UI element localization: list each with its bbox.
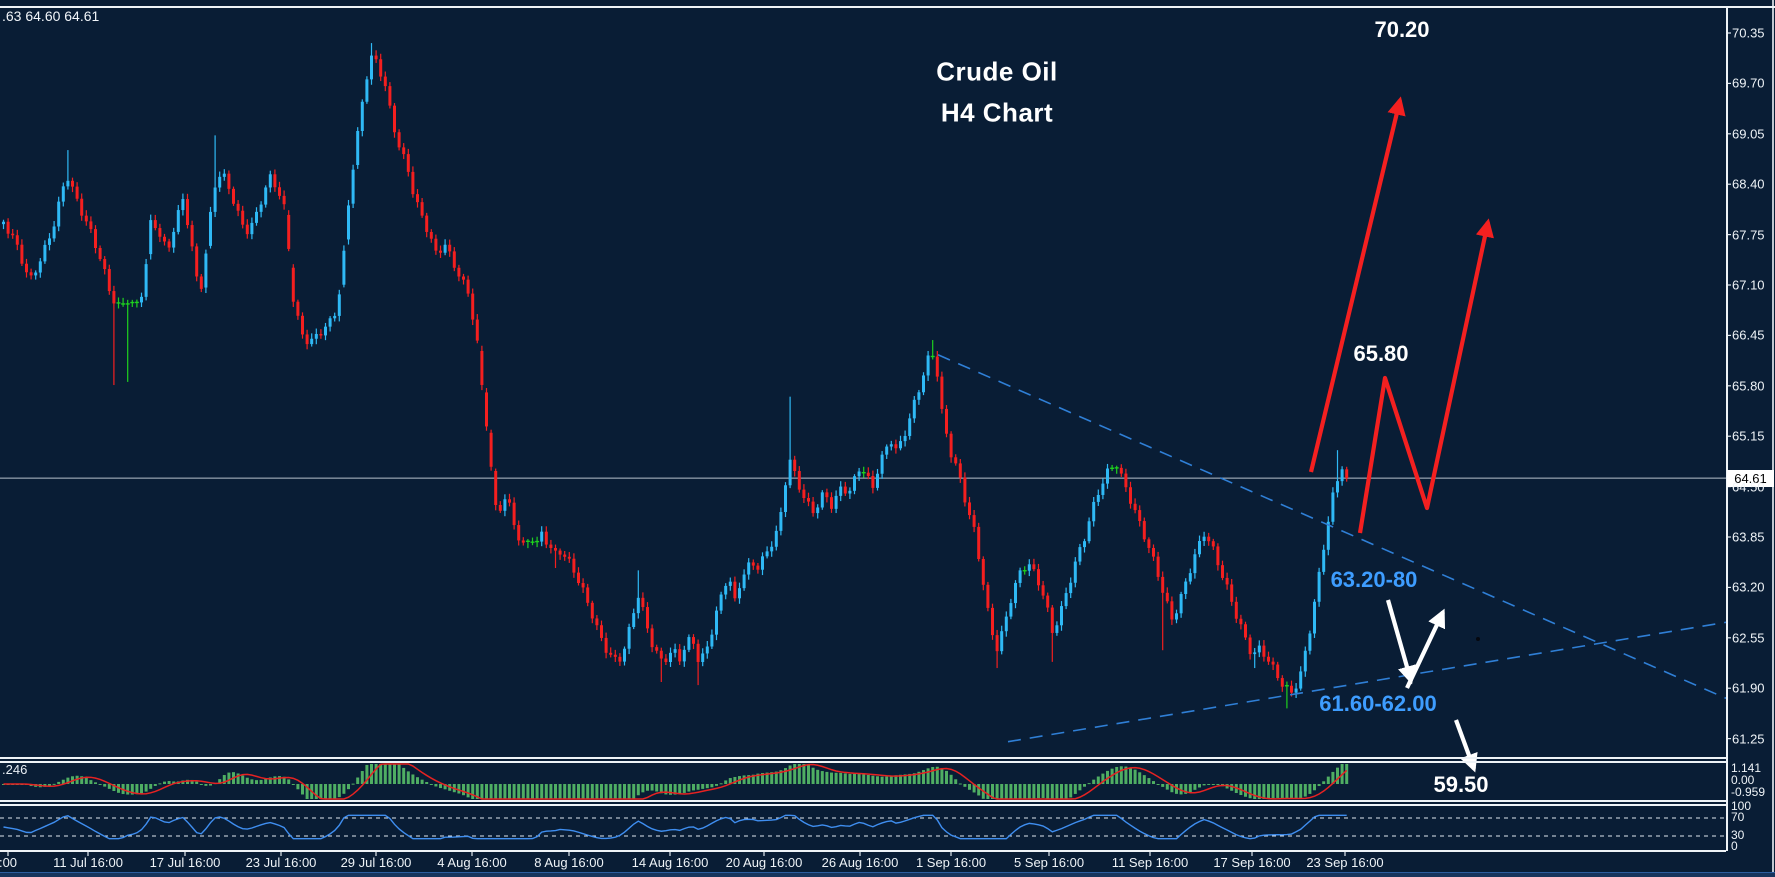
price-tick-label: 68.40 [1732, 177, 1765, 192]
annotation-65-80: 65.80 [1353, 341, 1408, 367]
price-tick-label: 61.90 [1732, 681, 1765, 696]
time-tick-label: 14 Aug 16:00 [632, 855, 709, 870]
price-axis-border [1726, 6, 1728, 851]
bottom-window-strip [0, 872, 1775, 877]
red-projection-arrow [1311, 100, 1400, 472]
price-tick-label: 62.55 [1732, 630, 1765, 645]
time-tick-label: 17 Jul 16:00 [150, 855, 221, 870]
projection-arrow-layer[interactable] [1311, 100, 1488, 769]
rsi-panel-top-border [0, 804, 1726, 806]
artifact-dot [1476, 637, 1480, 641]
chart-title-symbol: Crude Oil [936, 57, 1058, 88]
time-tick-label: 23 Sep 16:00 [1306, 855, 1383, 870]
time-tick-label: 26 Aug 16:00 [822, 855, 899, 870]
main-panel-bottom-border [0, 757, 1726, 759]
oscillator-panel-top-border [0, 761, 1726, 763]
axis-tick-layer [8, 33, 1731, 856]
price-tick-label: 65.80 [1732, 378, 1765, 393]
price-tick-label: 63.20 [1732, 580, 1765, 595]
mt4-chart-window: .63 64.60 64.61 Crude Oil H4 Chart 64.61… [0, 0, 1775, 877]
oscillator-panel-bottom-border [0, 800, 1726, 802]
price-tick-label: 64.50 [1732, 479, 1765, 494]
oscillator-current-value: .246 [2, 762, 27, 777]
candlestick-layer[interactable] [2, 43, 1348, 708]
price-tick-label: 67.10 [1732, 278, 1765, 293]
rsi-panel-plot[interactable] [0, 815, 1726, 838]
time-tick-label: 17 Sep 16:00 [1213, 855, 1290, 870]
price-tick-label: 67.75 [1732, 227, 1765, 242]
price-tick-label: 65.15 [1732, 429, 1765, 444]
rsi-panel-bottom-border [0, 850, 1726, 852]
price-tick-label: 63.85 [1732, 530, 1765, 545]
annotation-59-50: 59.50 [1433, 772, 1488, 798]
time-tick-label: 29 Jul 16:00 [341, 855, 412, 870]
time-tick-label: 23 Jul 16:00 [246, 855, 317, 870]
chart-canvas[interactable] [0, 0, 1775, 877]
price-tick-label: 69.70 [1732, 76, 1765, 91]
annotation-63-20-80: 63.20-80 [1331, 567, 1418, 593]
chart-title-timeframe: H4 Chart [941, 98, 1053, 129]
annotation-61-60-62-00: 61.60-62.00 [1319, 691, 1436, 717]
trendline-layer[interactable] [938, 355, 1726, 742]
white-projection-arrow [1388, 600, 1411, 681]
annotation-70-20: 70.20 [1374, 17, 1429, 43]
price-tick-label: 69.05 [1732, 126, 1765, 141]
top-border [0, 6, 1775, 8]
time-tick-label: 20 Aug 16:00 [726, 855, 803, 870]
ohlc-quote-readout: .63 64.60 64.61 [2, 8, 99, 24]
rsi-scale-0: 0 [1731, 839, 1738, 853]
time-tick-label: :00 [0, 855, 17, 870]
price-tick-label: 66.45 [1732, 328, 1765, 343]
time-tick-label: 4 Aug 16:00 [437, 855, 506, 870]
price-tick-label: 61.25 [1732, 731, 1765, 746]
time-tick-label: 8 Aug 16:00 [534, 855, 603, 870]
time-tick-label: 11 Sep 16:00 [1112, 855, 1188, 870]
right-window-edge [1772, 0, 1774, 877]
red-projection-arrow [1360, 222, 1488, 533]
time-tick-label: 5 Sep 16:00 [1014, 855, 1084, 870]
time-tick-label: 1 Sep 16:00 [916, 855, 986, 870]
price-tick-label: 70.35 [1732, 26, 1765, 41]
time-tick-label: 11 Jul 16:00 [53, 855, 123, 870]
rsi-scale-70: 70 [1731, 810, 1744, 824]
white-projection-arrow [1407, 612, 1443, 688]
oscillator-panel-plot[interactable] [2, 764, 1348, 799]
oscillator-scale-min: -0.959 [1731, 785, 1765, 799]
